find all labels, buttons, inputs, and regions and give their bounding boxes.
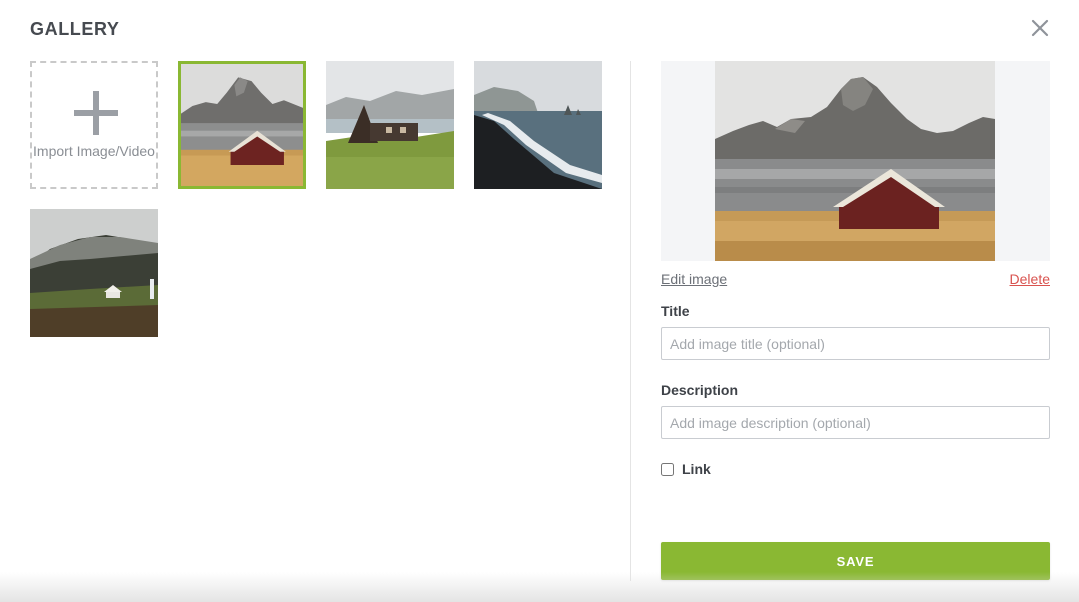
plus-icon [74,91,118,135]
import-media-button[interactable]: Import Image/Video [30,61,158,189]
close-icon[interactable] [1029,17,1051,39]
gallery-thumbnail-1[interactable] [178,61,306,189]
title-label: Title [661,303,690,319]
gallery-thumbnail-2[interactable] [326,61,454,189]
delete-image-link[interactable]: Delete [1010,271,1050,287]
image-preview [661,61,1050,261]
link-checkbox[interactable] [661,463,674,476]
gallery-thumbnail-4[interactable] [30,209,158,337]
description-input[interactable] [661,406,1050,439]
save-button[interactable]: SAVE [661,542,1050,580]
title-input[interactable] [661,327,1050,360]
gallery-thumbnail-3[interactable] [474,61,602,189]
import-label: Import Image/Video [33,143,155,159]
panel-divider [630,61,631,581]
modal-title: GALLERY [30,19,120,39]
link-checkbox-label: Link [682,461,711,477]
edit-image-link[interactable]: Edit image [661,271,727,287]
description-label: Description [661,382,739,398]
